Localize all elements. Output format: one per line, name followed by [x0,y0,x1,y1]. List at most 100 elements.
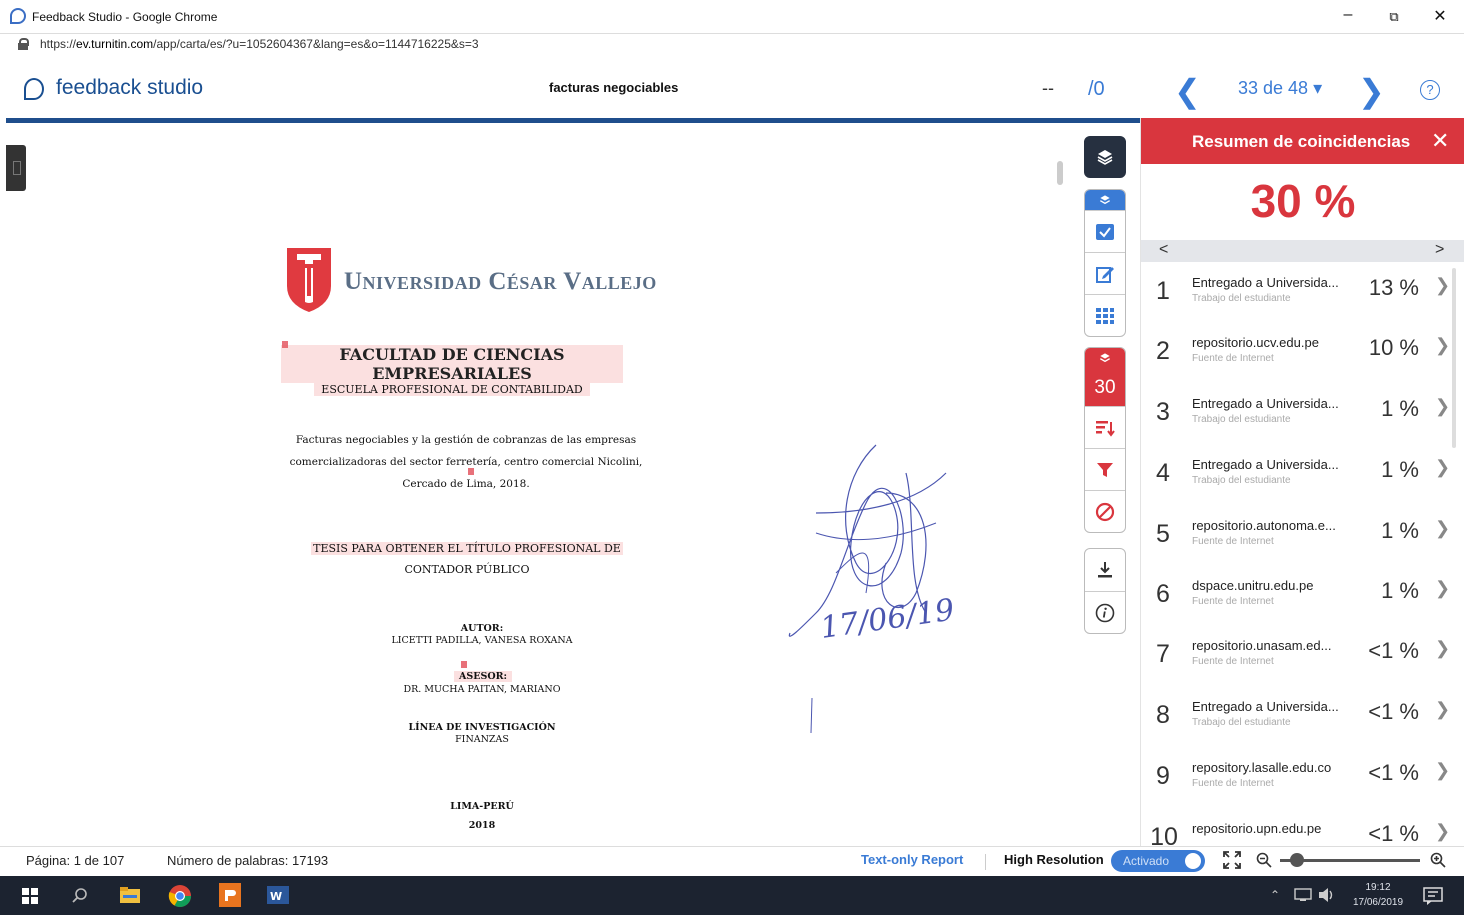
tray-expand-icon[interactable]: ⌃ [1270,888,1280,902]
word-icon[interactable]: W [266,883,290,907]
fullscreen-icon[interactable] [1222,850,1242,870]
similarity-layer-header[interactable] [1085,348,1125,368]
word-count: Número de palabras: 17193 [167,853,329,868]
search-icon[interactable] [72,887,88,903]
os-taskbar: W ⌃ 19:12 17/06/2019 [0,876,1464,915]
advisor-label: ASESOR: [454,671,512,682]
match-row[interactable]: 2 repositorio.ucv.edu.pe Fuente de Inter… [1141,323,1453,383]
grading-toolbar[interactable] [1084,189,1126,337]
match-row[interactable]: 6 dspace.unitru.edu.pe Fuente de Interne… [1141,566,1453,626]
place-text: LIMA-PERÚ [450,801,514,812]
similarity-toolbar[interactable]: 30 [1084,347,1126,533]
author-label: AUTOR: [460,623,504,634]
feedback-studio-favicon-icon [10,8,26,24]
volume-icon[interactable] [1318,887,1336,903]
presentation-app-icon[interactable] [218,882,242,908]
match-row[interactable]: 4 Entregado a Universida... Trabajo del … [1141,445,1453,505]
info-icon [1095,603,1115,622]
clock-time: 19:12 [1365,882,1391,893]
taskbar-clock[interactable]: 19:12 17/06/2019 [1346,880,1410,910]
toggle-label: Activado [1123,854,1170,868]
network-icon[interactable] [1294,888,1312,902]
zoom-out-icon[interactable] [1256,852,1272,868]
match-row[interactable]: 1 Entregado a Universida... Trabajo del … [1141,263,1453,323]
feedback-studio-logo-icon [24,78,44,100]
grading-layer-header[interactable] [1085,190,1125,210]
restore-button[interactable]: ⧉ [1382,9,1406,31]
match-number: 2 [1156,337,1170,365]
match-marker[interactable] [461,661,467,668]
match-number: 5 [1156,520,1170,548]
close-panel-button[interactable]: ✕ [1431,128,1449,154]
similarity-score-button[interactable]: 30 [1085,368,1125,406]
chevron-right-icon: ❯ [1435,578,1451,598]
match-row[interactable]: 9 repository.lasalle.edu.co Fuente de In… [1141,748,1453,808]
signature-date: 17/06/19 [818,593,956,646]
match-row[interactable]: 7 repositorio.unasam.ed... Fuente de Int… [1141,626,1453,686]
layers-button[interactable] [1085,137,1125,177]
match-type: Fuente de Internet [1192,353,1274,364]
pager-next-button[interactable]: > [1435,241,1444,259]
text-only-report-link[interactable]: Text-only Report [861,852,963,867]
previous-paper-button[interactable]: ❮ [1174,72,1201,110]
paper-selector-dropdown[interactable]: 33 de 48 ▾ [1238,78,1322,99]
faculty-heading: FACULTAD DE CIENCIAS EMPRESARIALES [281,345,623,383]
rubric-button[interactable] [1085,294,1125,336]
match-row[interactable]: 8 Entregado a Universida... Trabajo del … [1141,687,1453,747]
checkbox-icon [1096,223,1114,240]
panel-header: Resumen de coincidencias ✕ [1141,118,1464,164]
all-sources-button[interactable] [1085,406,1125,448]
download-button[interactable] [1085,549,1125,591]
close-window-button[interactable]: ✕ [1428,6,1452,28]
match-marker[interactable] [468,468,474,475]
address-bar[interactable]: https://ev.turnitin.com/app/carta/es/?u=… [0,34,1464,56]
side-panel-toggle[interactable] [6,145,26,191]
grade-total: /0 [1088,78,1105,100]
minimize-button[interactable]: – [1336,6,1360,28]
url-text[interactable]: https://ev.turnitin.com/app/carta/es/?u=… [40,37,479,51]
match-row[interactable]: 5 repositorio.autonoma.e... Fuente de In… [1141,506,1453,566]
chevron-right-icon: ❯ [1435,457,1451,477]
match-percent: 1 % [1381,457,1419,482]
match-row[interactable]: 10 repositorio.upn.edu.pe <1 % ❯ [1141,809,1453,846]
chevron-right-icon: ❯ [1435,396,1451,416]
filter-button[interactable] [1085,448,1125,490]
zoom-in-icon[interactable] [1430,852,1446,868]
chevron-right-icon: ❯ [1435,821,1451,841]
match-type: Fuente de Internet [1192,778,1274,789]
degree-line-1: TESIS PARA OBTENER EL TÍTULO PROFESIONAL… [311,542,623,555]
zoom-slider-handle[interactable] [1290,853,1304,867]
layers-toolbar[interactable] [1084,136,1126,178]
match-source: repositorio.unasam.ed... [1192,638,1332,653]
thesis-title-line-1: Facturas negociables y la gestión de cob… [295,434,637,446]
submission-info-button[interactable] [1085,591,1125,633]
quickmark-button[interactable] [1085,210,1125,252]
chrome-icon[interactable] [168,884,192,908]
chevron-right-icon: ❯ [1435,638,1451,658]
match-row[interactable]: 3 Entregado a Universida... Trabajo del … [1141,384,1453,444]
exclude-button[interactable] [1085,490,1125,532]
match-percent: 1 % [1381,396,1419,421]
next-paper-button[interactable]: ❯ [1358,72,1385,110]
document-scrollbar[interactable] [1057,161,1063,185]
chevron-right-icon: ❯ [1435,335,1451,355]
svg-text:W: W [270,890,282,903]
pager-prev-button[interactable]: < [1159,241,1168,259]
match-percent: 1 % [1381,518,1419,543]
chevron-right-icon: ❯ [1435,760,1451,780]
windows-start-icon[interactable] [22,888,38,904]
file-explorer-icon[interactable] [119,886,141,904]
help-icon[interactable]: ? [1420,80,1440,100]
research-line-label: LÍNEA DE INVESTIGACIÓN [408,722,556,733]
match-number: 8 [1156,701,1170,729]
document-viewer[interactable]: Universidad César Vallejo FACULTAD DE CI… [6,123,1140,845]
high-resolution-toggle[interactable]: Activado [1111,850,1205,872]
match-type: Trabajo del estudiante [1192,717,1291,728]
grade-score[interactable]: -- [1042,78,1054,99]
download-icon [1098,562,1112,578]
feedback-summary-button[interactable] [1085,252,1125,294]
match-type: Fuente de Internet [1192,596,1274,607]
info-toolbar[interactable] [1084,548,1126,634]
notifications-icon[interactable] [1423,886,1443,906]
lock-icon [18,38,29,50]
